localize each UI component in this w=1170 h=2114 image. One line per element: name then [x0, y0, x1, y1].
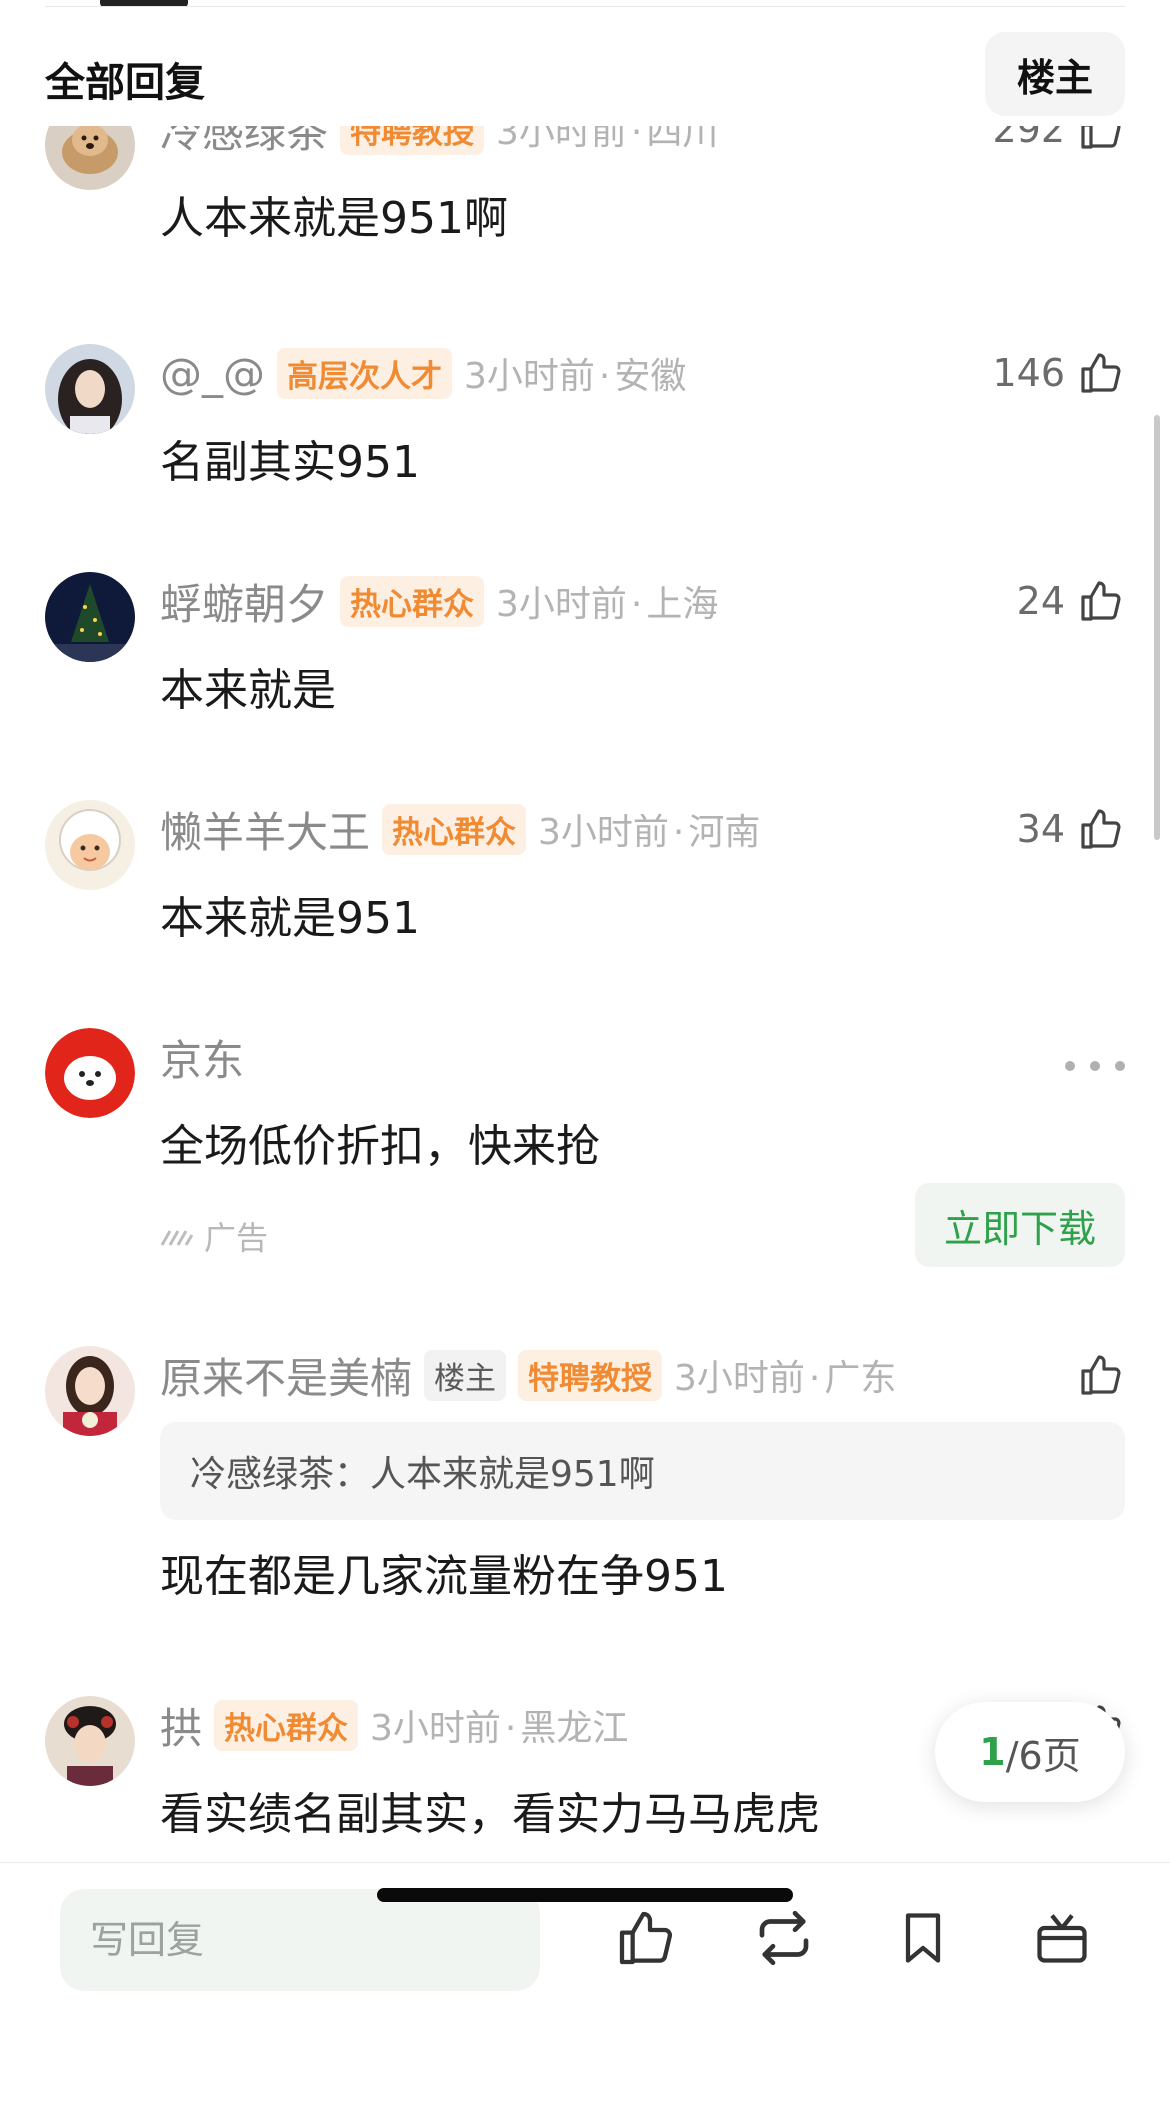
page-title: 全部回复 [45, 60, 205, 106]
like-post-button[interactable] [606, 1899, 686, 1979]
ad-logo-icon [160, 1217, 196, 1255]
user-badge: 热心群众 [214, 1699, 359, 1751]
comment-meta: 原来不是美楠 楼主 特聘教授 3小时前 · 广东 [160, 1349, 897, 1403]
like-count: 146 [992, 351, 1065, 395]
bookmark-button[interactable] [883, 1899, 963, 1979]
comment-meta: 懒羊羊大王 热心群众 3小时前 · 河南 [160, 803, 761, 857]
comment-text: 看实绩名副其实，看实力马马虎虎 [160, 1789, 820, 1840]
user-badge: 高层次人才 [277, 347, 452, 399]
comment-time: 3小时前 [464, 356, 595, 397]
time-location: 3小时前 · 广东 [674, 1358, 897, 1399]
more-dots-icon[interactable] [1065, 1056, 1125, 1076]
bottom-action-bar [0, 1862, 1170, 2114]
avatar[interactable] [45, 1696, 135, 1786]
like-button[interactable]: 146 [992, 348, 1125, 398]
repost-icon [751, 1905, 817, 1974]
download-button[interactable]: 立即下载 [915, 1183, 1125, 1267]
bookmark-icon [893, 1908, 953, 1971]
thumbs-up-icon [614, 1906, 678, 1973]
username[interactable]: 拱 [160, 1695, 202, 1756]
like-button[interactable]: 34 [1017, 804, 1125, 854]
comment-time: 3小时前 [496, 584, 627, 625]
gift-icon [1032, 1908, 1092, 1971]
ad-text: 全场低价折扣，快来抢 [160, 1121, 600, 1172]
repost-button[interactable] [744, 1899, 824, 1979]
time-location: 3小时前 · 黑龙江 [370, 1708, 629, 1749]
comment-text: 名副其实951 [160, 437, 420, 488]
comment-time: 3小时前 [370, 1708, 501, 1749]
comment-text: 人本来就是951啊 [160, 193, 508, 244]
thumbs-up-icon [1077, 577, 1125, 625]
ad-label: 广告 [160, 1213, 268, 1259]
avatar[interactable] [45, 344, 135, 434]
comment-meta: @_@ 高层次人才 3小时前 · 安徽 [160, 347, 687, 399]
comment-text: 本来就是 [160, 665, 336, 716]
scrollbar[interactable] [1154, 415, 1160, 840]
gift-button[interactable] [1022, 1899, 1102, 1979]
comment-location: 黑龙江 [520, 1708, 629, 1749]
comment-text: 本来就是951 [160, 893, 420, 944]
reply-input[interactable] [60, 1889, 540, 1991]
like-button[interactable]: 24 [1017, 576, 1125, 626]
comment-list[interactable]: 冷感绿茶 特聘教授 3小时前 · 四川 292 人本来就是951啊 全部回复 楼主 [0, 0, 1170, 1860]
advertiser-avatar[interactable] [45, 1028, 135, 1118]
username[interactable]: @_@ [160, 349, 265, 398]
home-indicator [377, 1888, 793, 1902]
op-badge: 楼主 [424, 1349, 507, 1401]
thumbs-up-icon [1077, 1351, 1125, 1399]
op-only-filter-button[interactable]: 楼主 [985, 32, 1125, 116]
like-count: 34 [1016, 807, 1065, 851]
avatar[interactable] [45, 1346, 135, 1436]
comment-meta: 拱 热心群众 3小时前 · 黑龙江 [160, 1699, 629, 1753]
user-badge: 特聘教授 [518, 1349, 663, 1401]
username[interactable]: 蜉蝣朝夕 [160, 571, 328, 632]
comment-time: 3小时前 [674, 1358, 805, 1399]
header-bar: 全部回复 楼主 [0, 8, 1170, 126]
comment-location: 河南 [688, 812, 761, 853]
page-total: /6页 [1005, 1733, 1081, 1778]
user-badge: 热心群众 [340, 575, 485, 627]
comment-meta: 蜉蝣朝夕 热心群众 3小时前 · 上海 [160, 575, 719, 629]
comment-location: 广东 [824, 1358, 897, 1399]
avatar[interactable] [45, 800, 135, 890]
page-current: 1 [979, 1730, 1006, 1774]
ad-meta: 京东 [160, 1032, 256, 1085]
comment-time: 3小时前 [538, 812, 669, 853]
user-badge: 热心群众 [382, 803, 527, 855]
quoted-reply[interactable]: 冷感绿茶：人本来就是951啊 [160, 1422, 1125, 1520]
comment-location: 上海 [646, 584, 719, 625]
advertiser-name[interactable]: 京东 [160, 1027, 244, 1088]
time-location: 3小时前 · 河南 [538, 812, 761, 853]
time-location: 3小时前 · 上海 [496, 584, 719, 625]
comment-text: 现在都是几家流量粉在争951 [160, 1551, 728, 1602]
like-count: 24 [1016, 579, 1065, 623]
username[interactable]: 原来不是美楠 [160, 1345, 412, 1406]
comments-page: 冷感绿茶 特聘教授 3小时前 · 四川 292 人本来就是951啊 全部回复 楼主 [0, 0, 1170, 2114]
like-button[interactable] [1077, 1350, 1125, 1400]
time-location: 3小时前 · 安徽 [464, 356, 687, 397]
comment-location: 安徽 [614, 356, 687, 397]
thumbs-up-icon [1077, 349, 1125, 397]
username[interactable]: 懒羊羊大王 [160, 799, 370, 860]
avatar[interactable] [45, 572, 135, 662]
ad-label-text: 广告 [204, 1219, 269, 1257]
page-indicator[interactable]: 1/6页 [935, 1702, 1125, 1802]
thumbs-up-icon [1077, 805, 1125, 853]
